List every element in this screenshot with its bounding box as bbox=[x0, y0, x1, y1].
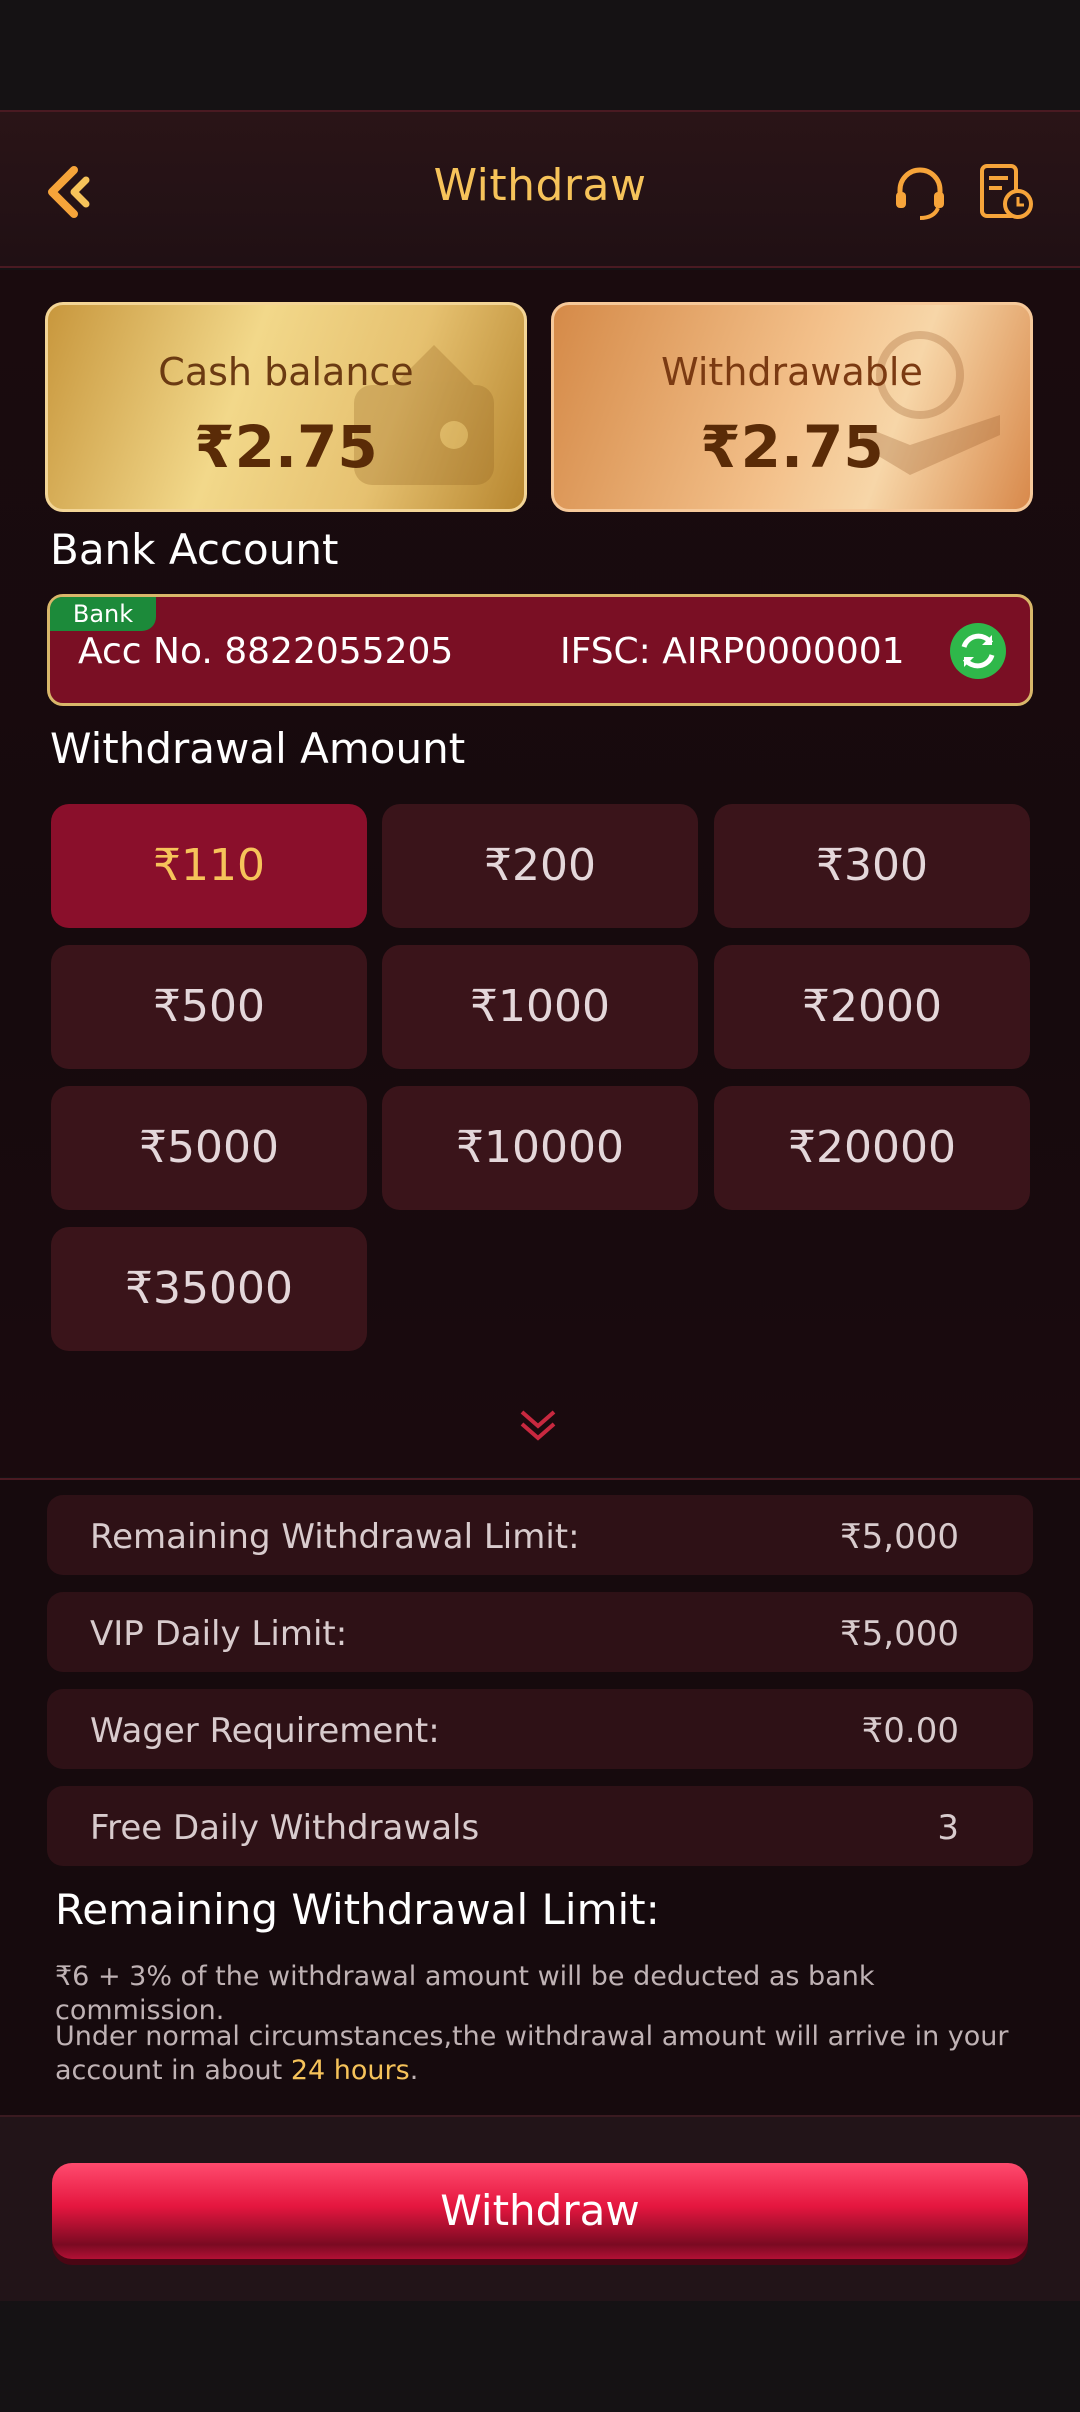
bank-account-card[interactable]: Bank Acc No. 8822055205 IFSC: AIRP000000… bbox=[47, 594, 1033, 706]
info-value: ₹5,000 bbox=[840, 1614, 959, 1654]
double-chevron-down-icon bbox=[520, 1410, 556, 1441]
amount-option-200[interactable]: ₹200 bbox=[382, 804, 698, 928]
info-value: 3 bbox=[937, 1808, 959, 1848]
info-value: ₹5,000 bbox=[840, 1517, 959, 1557]
info-row-vip-daily-limit: VIP Daily Limit: ₹5,000 bbox=[47, 1592, 1033, 1672]
customer-service-button[interactable] bbox=[890, 162, 950, 222]
amount-option-5000[interactable]: ₹5000 bbox=[51, 1086, 367, 1210]
amount-option-35000[interactable]: ₹35000 bbox=[51, 1227, 367, 1351]
status-bar bbox=[0, 0, 1080, 110]
rule-arrival-time: Under normal circumstances,the withdrawa… bbox=[55, 2020, 1035, 2088]
amount-option-110[interactable]: ₹110 bbox=[51, 804, 367, 928]
info-label: VIP Daily Limit: bbox=[90, 1614, 348, 1654]
withdrawal-amount-title: Withdrawal Amount bbox=[50, 724, 466, 773]
change-bank-button[interactable] bbox=[948, 621, 1008, 681]
cash-balance-amount: ₹2.75 bbox=[194, 413, 378, 481]
ifsc-code: IFSC: AIRP0000001 bbox=[560, 631, 905, 672]
expand-button[interactable] bbox=[518, 1408, 558, 1444]
withdrawable-card: Withdrawable ₹2.75 bbox=[551, 302, 1033, 512]
bank-account-title: Bank Account bbox=[50, 525, 339, 574]
footer: Withdraw bbox=[0, 2115, 1080, 2301]
bank-tag: Bank bbox=[50, 597, 156, 631]
withdrawable-amount: ₹2.75 bbox=[700, 413, 884, 481]
amount-option-300[interactable]: ₹300 bbox=[714, 804, 1030, 928]
rules-title: Remaining Withdrawal Limit: bbox=[55, 1885, 660, 1934]
withdraw-history-button[interactable] bbox=[976, 162, 1036, 222]
amount-option-20000[interactable]: ₹20000 bbox=[714, 1086, 1030, 1210]
amount-option-2000[interactable]: ₹2000 bbox=[714, 945, 1030, 1069]
rule-highlight: 24 hours bbox=[290, 2055, 410, 2086]
headset-icon bbox=[896, 167, 944, 220]
withdraw-button[interactable]: Withdraw bbox=[52, 2163, 1028, 2259]
info-row-wager-requirement: Wager Requirement: ₹0.00 bbox=[47, 1689, 1033, 1769]
amount-option-10000[interactable]: ₹10000 bbox=[382, 1086, 698, 1210]
cash-balance-label: Cash balance bbox=[158, 350, 414, 394]
withdrawable-label: Withdrawable bbox=[661, 350, 923, 394]
info-label: Free Daily Withdrawals bbox=[90, 1808, 480, 1848]
rule-text-end: . bbox=[409, 2055, 419, 2086]
info-label: Remaining Withdrawal Limit: bbox=[90, 1517, 580, 1557]
info-row-free-daily-withdrawals: Free Daily Withdrawals 3 bbox=[47, 1786, 1033, 1866]
rule-text: Under normal circumstances,the withdrawa… bbox=[55, 2021, 1009, 2086]
info-row-remaining-limit: Remaining Withdrawal Limit: ₹5,000 bbox=[47, 1495, 1033, 1575]
navigation-bar bbox=[0, 2302, 1080, 2412]
rule-commission: ₹6 + 3% of the withdrawal amount will be… bbox=[55, 1961, 875, 2026]
account-number: Acc No. 8822055205 bbox=[78, 631, 454, 672]
info-label: Wager Requirement: bbox=[90, 1711, 440, 1751]
cash-balance-card: Cash balance ₹2.75 bbox=[45, 302, 527, 512]
info-value: ₹0.00 bbox=[861, 1711, 959, 1751]
record-clock-icon bbox=[980, 164, 1033, 219]
header: Withdraw bbox=[0, 110, 1080, 268]
refresh-icon bbox=[950, 623, 1006, 679]
amount-option-1000[interactable]: ₹1000 bbox=[382, 945, 698, 1069]
amount-option-500[interactable]: ₹500 bbox=[51, 945, 367, 1069]
